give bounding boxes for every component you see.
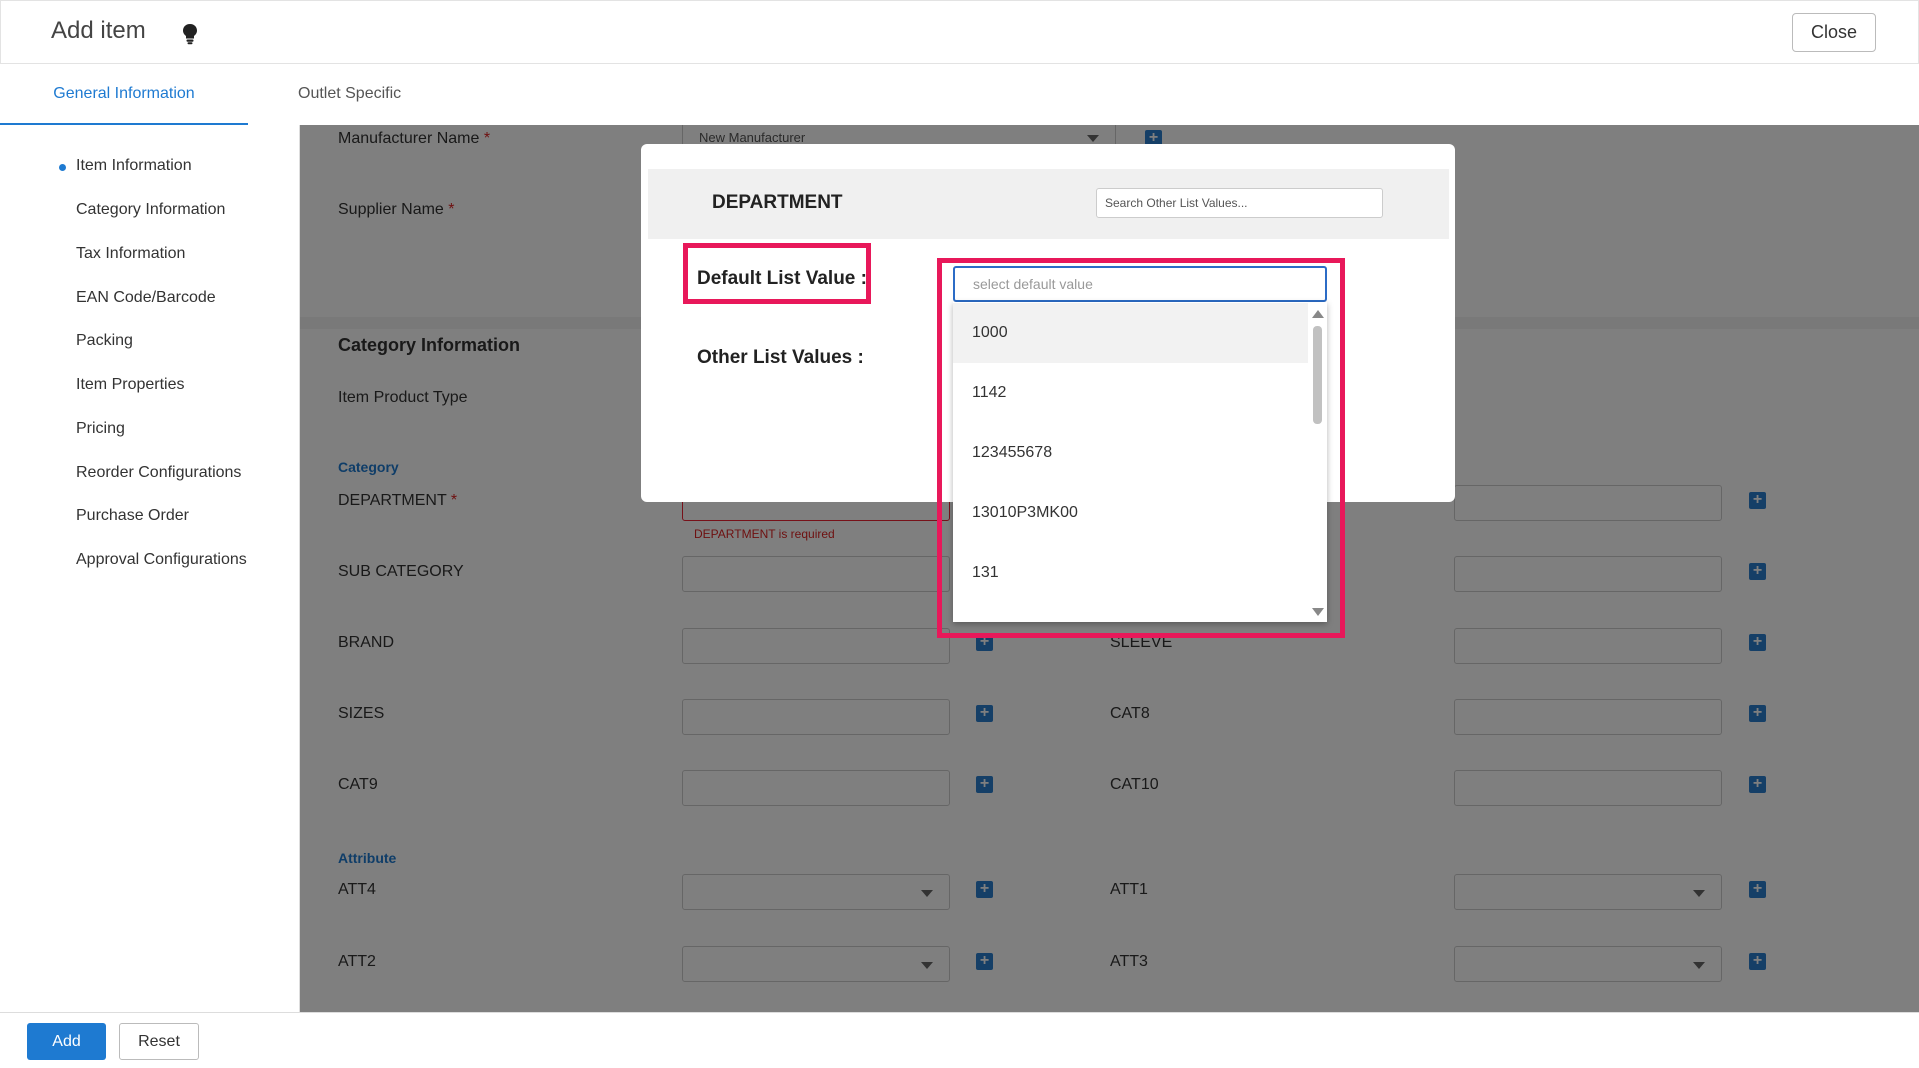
modal-title: DEPARTMENT (712, 192, 843, 213)
add-button[interactable]: Add (27, 1023, 106, 1060)
tab-general-information[interactable]: General Information (0, 64, 248, 125)
sidebar-item-ean-code[interactable]: EAN Code/Barcode (76, 289, 216, 307)
sidebar-item-pricing[interactable]: Pricing (76, 420, 125, 438)
close-button[interactable]: Close (1792, 13, 1876, 52)
reset-button[interactable]: Reset (119, 1023, 199, 1060)
sidebar-item-purchase-order[interactable]: Purchase Order (76, 507, 189, 525)
search-other-values-input[interactable] (1096, 188, 1383, 218)
tab-outlet-specific[interactable]: Outlet Specific (298, 64, 401, 125)
sidebar-item-item-properties[interactable]: Item Properties (76, 376, 184, 394)
sidebar: Item Information Category Information Ta… (0, 125, 300, 1012)
sidebar-item-item-information[interactable]: Item Information (76, 157, 192, 175)
sidebar-item-approval-configurations[interactable]: Approval Configurations (76, 551, 247, 569)
other-list-values-label: Other List Values : (697, 347, 864, 368)
modal-header: DEPARTMENT (648, 169, 1449, 239)
page-header: Add item Close (0, 0, 1919, 64)
sidebar-item-packing[interactable]: Packing (76, 332, 133, 350)
sidebar-item-reorder-configurations[interactable]: Reorder Configurations (76, 464, 241, 482)
default-list-value-label: Default List Value : (697, 268, 867, 289)
sidebar-item-category-information[interactable]: Category Information (76, 201, 225, 219)
active-indicator-dot (59, 164, 66, 171)
highlight-box (937, 258, 1345, 638)
footer-bar: Add Reset (0, 1012, 1919, 1068)
lightbulb-icon[interactable] (181, 23, 199, 45)
page-title: Add item (51, 17, 146, 44)
sidebar-item-tax-information[interactable]: Tax Information (76, 245, 185, 263)
tab-bar: General Information Outlet Specific (0, 64, 1919, 125)
